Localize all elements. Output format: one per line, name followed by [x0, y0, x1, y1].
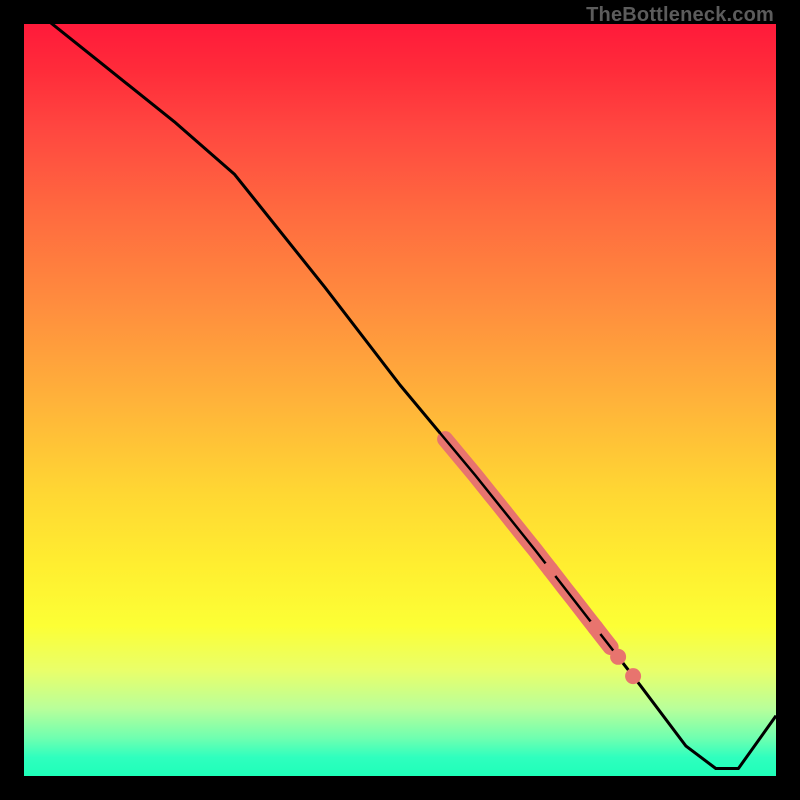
bottleneck-curve [24, 24, 776, 768]
highlight-dot [588, 620, 604, 636]
chart-container: TheBottleneck.com [0, 0, 800, 800]
watermark-text: TheBottleneck.com [586, 4, 774, 27]
highlight-segment [24, 24, 776, 768]
chart-svg [24, 24, 776, 776]
highlight-dot [542, 562, 558, 578]
curve-path [24, 24, 776, 768]
highlight-dot [610, 649, 626, 665]
highlight-dot [625, 668, 641, 684]
curve-path [24, 24, 776, 768]
plot-area [24, 24, 776, 776]
